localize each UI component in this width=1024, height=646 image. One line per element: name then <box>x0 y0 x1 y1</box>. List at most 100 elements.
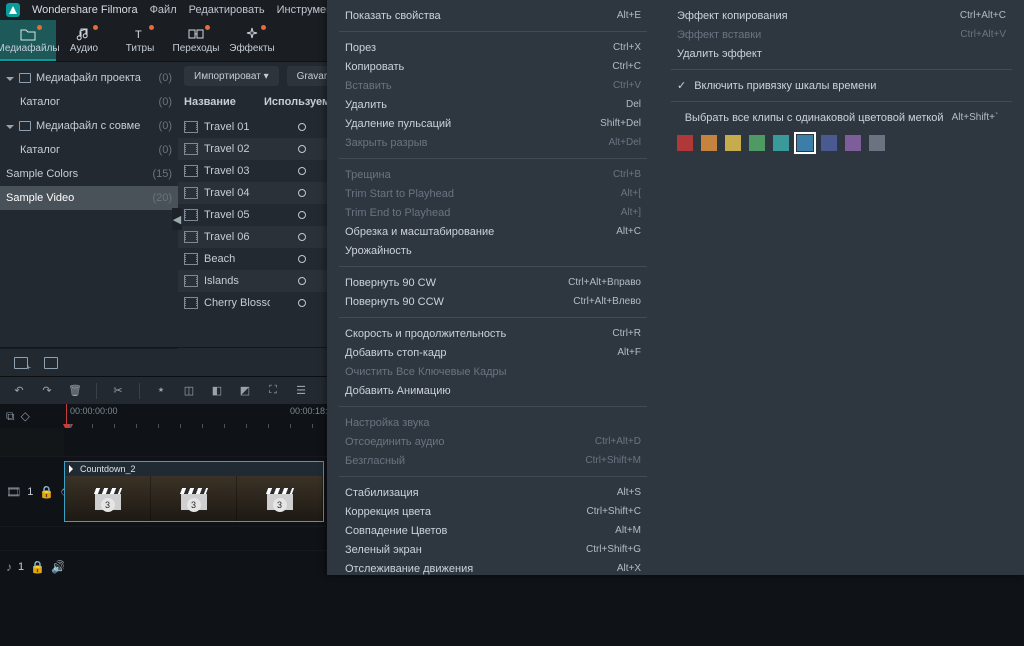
tab-label: Переходы <box>173 43 220 54</box>
menu-item[interactable]: Выбрать все клипы с одинаковой цветовой … <box>663 108 1020 127</box>
timeline-clip[interactable]: Countdown_2 3 3 3 <box>64 461 324 522</box>
menu-item-label: Включить привязку шкалы времени <box>694 80 876 92</box>
menu-item[interactable]: СтабилизацияAlt+S <box>331 483 655 502</box>
redo-icon[interactable]: ↷ <box>40 384 54 398</box>
timeline-marker-icon: ◇ <box>21 409 30 423</box>
sidebar-item-count: (0) <box>159 72 172 84</box>
sidebar-item[interactable]: Sample Video(20) <box>0 186 178 210</box>
menu-item-label: Добавить стоп-кадр <box>345 347 447 359</box>
music-icon: ♪ <box>6 560 12 574</box>
clip-icon <box>184 275 198 287</box>
timeline-options[interactable]: ⧉ ◇ <box>0 404 64 428</box>
playhead[interactable] <box>66 404 67 428</box>
color-swatch[interactable] <box>773 135 789 151</box>
menu-item[interactable]: Урожайность <box>331 241 655 260</box>
menu-item-shortcut: Alt+S <box>617 487 641 498</box>
menu-item[interactable]: Эффект копированияCtrl+Alt+C <box>663 6 1020 25</box>
settings-icon[interactable]: ☰ <box>294 384 308 398</box>
sidebar-item[interactable]: Каталог(0) <box>0 90 178 114</box>
sidebar-collapse-handle[interactable]: ◀ <box>172 208 182 230</box>
menu-item-label: Удалить эффект <box>677 48 762 60</box>
clip-icon <box>184 121 198 133</box>
menu-item[interactable]: Показать свойстваAlt+E <box>331 6 655 25</box>
menubar-edit[interactable]: Редактировать <box>189 4 265 16</box>
menu-item[interactable]: Скорость и продолжительностьCtrl+R <box>331 324 655 343</box>
crop-icon[interactable]: ◫ <box>182 384 196 398</box>
sidebar-item[interactable]: Sample Colors(15) <box>0 162 178 186</box>
menu-item-label: Эффект копирования <box>677 10 788 22</box>
menu-item[interactable]: Повернуть 90 CCWCtrl+Alt+Влево <box>331 292 655 311</box>
used-indicator <box>298 167 306 175</box>
audio-track-controls: ♪ 1 🔒 🔊 <box>0 551 64 582</box>
cut-icon[interactable]: ✂ <box>111 384 125 398</box>
menu-item[interactable]: КопироватьCtrl+C <box>331 57 655 76</box>
color-swatch[interactable] <box>845 135 861 151</box>
tab-effects[interactable]: Эффекты <box>224 20 280 61</box>
tab-transitions[interactable]: Переходы <box>168 20 224 61</box>
lock-icon[interactable]: 🔒 <box>30 560 45 574</box>
menu-item[interactable]: Добавить Анимацию <box>331 381 655 400</box>
menu-item: БезгласныйCtrl+Shift+M <box>331 451 655 470</box>
green-screen-icon[interactable]: ◩ <box>238 384 252 398</box>
sidebar-item[interactable]: Медиафайл с совме(0) <box>0 114 178 138</box>
color-swatch[interactable] <box>749 135 765 151</box>
media-name: Beach <box>204 253 270 265</box>
tab-media[interactable]: Медиафайлы <box>0 20 56 61</box>
menu-item-shortcut: Ctrl+Alt+Влево <box>573 296 641 307</box>
color-swatch[interactable] <box>821 135 837 151</box>
menu-item-shortcut: Alt+M <box>615 525 641 536</box>
color-swatch[interactable] <box>701 135 717 151</box>
menu-item-shortcut: Ctrl+Shift+M <box>585 455 641 466</box>
used-indicator <box>298 233 306 241</box>
tab-audio[interactable]: Аудио <box>56 20 112 61</box>
menu-item[interactable]: Зеленый экранCtrl+Shift+G <box>331 540 655 559</box>
menu-item-label: Trim End to Playhead <box>345 207 450 219</box>
clip-icon <box>184 297 198 309</box>
tab-label: Эффекты <box>229 43 274 54</box>
menu-item[interactable]: Обрезка и масштабированиеAlt+C <box>331 222 655 241</box>
menu-item-label: Эффект вставки <box>677 29 761 41</box>
menu-item[interactable]: Включить привязку шкалы времени <box>663 76 1020 95</box>
media-sidebar: Медиафайл проекта(0)Каталог(0)Медиафайл … <box>0 62 178 347</box>
menu-item-shortcut: Ctrl+X <box>613 42 641 53</box>
color-icon[interactable]: ◧ <box>210 384 224 398</box>
undo-icon[interactable]: ↶ <box>12 384 26 398</box>
menu-item[interactable]: Повернуть 90 CWCtrl+Alt+Вправо <box>331 273 655 292</box>
menu-item-label: Совпадение Цветов <box>345 525 447 537</box>
color-swatch[interactable] <box>797 135 813 151</box>
menu-item[interactable]: Отслеживание движенияAlt+X <box>331 559 655 578</box>
menu-item[interactable]: Удаление пульсацийShift+Del <box>331 114 655 133</box>
menu-item-shortcut: Ctrl+Shift+C <box>587 506 641 517</box>
sidebar-item[interactable]: Медиафайл проекта(0) <box>0 66 178 90</box>
menu-item[interactable]: УдалитьDel <box>331 95 655 114</box>
menu-item[interactable]: Добавить стоп-кадрAlt+F <box>331 343 655 362</box>
menu-item-label: Повернуть 90 CW <box>345 277 436 289</box>
tab-titles[interactable]: T Титры <box>112 20 168 61</box>
media-name: Travel 04 <box>204 187 270 199</box>
used-indicator <box>298 189 306 197</box>
import-button[interactable]: Импортироват ▾ <box>184 66 279 86</box>
menu-item[interactable]: ПорезCtrl+X <box>331 38 655 57</box>
color-swatch[interactable] <box>677 135 693 151</box>
delete-icon[interactable]: 🗑 <box>68 384 82 398</box>
media-name: Islands <box>204 275 270 287</box>
context-menu: Показать свойстваAlt+E ПорезCtrl+XКопиров… <box>327 0 1024 575</box>
menu-item[interactable]: Удалить эффект <box>663 44 1020 63</box>
folder-icon[interactable] <box>44 357 58 369</box>
clip-title: Countdown_2 <box>80 464 136 474</box>
speed-icon[interactable]: ⭑ <box>154 384 168 398</box>
menu-item[interactable]: Совпадение Цветов Alt+M <box>331 521 655 540</box>
menubar-file[interactable]: Файл <box>150 4 177 16</box>
color-swatch[interactable] <box>725 135 741 151</box>
expand-icon[interactable]: ⛶ <box>266 384 280 398</box>
menu-item-shortcut: Alt+Del <box>608 137 641 148</box>
menu-item[interactable]: Коррекция цветаCtrl+Shift+C <box>331 502 655 521</box>
col-name[interactable]: Название <box>184 96 264 108</box>
sidebar-item-count: (15) <box>152 168 172 180</box>
lock-icon[interactable]: 🔒 <box>39 485 54 499</box>
new-folder-icon[interactable] <box>14 357 28 369</box>
sidebar-item[interactable]: Каталог(0) <box>0 138 178 162</box>
color-swatch[interactable] <box>869 135 885 151</box>
menu-item-shortcut: Alt+E <box>617 10 641 21</box>
menu-item: Очистить Все Ключевые Кадры <box>331 362 655 381</box>
